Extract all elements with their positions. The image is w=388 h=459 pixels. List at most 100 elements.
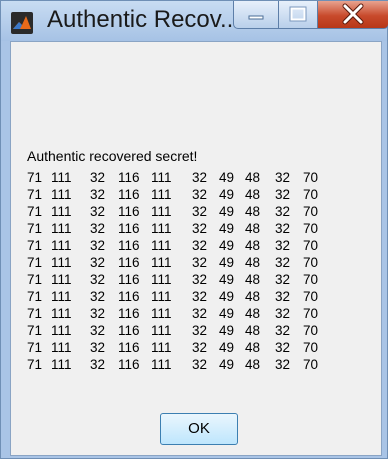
number-value: 49 bbox=[219, 272, 235, 287]
maximize-icon bbox=[289, 6, 307, 22]
number-value: 48 bbox=[245, 204, 261, 219]
number-value: 32 bbox=[275, 204, 291, 219]
number-value: 32 bbox=[275, 272, 291, 287]
number-value: 71 bbox=[27, 323, 43, 338]
dialog-content: Authentic recovered secret! 71 111 32 116 11… bbox=[10, 41, 382, 456]
number-row: 71 111 32 116 111 32 49 48 32 70 bbox=[27, 272, 357, 289]
number-value: 32 bbox=[192, 187, 208, 202]
number-value: 116 bbox=[118, 187, 140, 202]
number-value: 71 bbox=[27, 272, 43, 287]
number-value: 32 bbox=[192, 255, 208, 270]
number-value: 48 bbox=[245, 187, 261, 202]
number-value: 32 bbox=[192, 238, 208, 253]
number-value: 32 bbox=[275, 187, 291, 202]
title-bar[interactable]: Authentic Recov... bbox=[1, 1, 388, 41]
number-value: 70 bbox=[303, 187, 319, 202]
number-value: 111 bbox=[151, 255, 172, 270]
minimize-button[interactable] bbox=[233, 1, 279, 29]
number-value: 111 bbox=[151, 272, 172, 287]
number-value: 111 bbox=[51, 289, 72, 304]
number-row: 71 111 32 116 111 32 49 48 32 70 bbox=[27, 306, 357, 323]
number-value: 70 bbox=[303, 272, 319, 287]
number-row: 71 111 32 116 111 32 49 48 32 70 bbox=[27, 221, 357, 238]
number-value: 32 bbox=[192, 357, 208, 372]
number-value: 48 bbox=[245, 306, 261, 321]
number-value: 49 bbox=[219, 306, 235, 321]
number-value: 111 bbox=[51, 272, 72, 287]
number-value: 49 bbox=[219, 170, 235, 185]
number-value: 111 bbox=[151, 170, 172, 185]
number-value: 32 bbox=[275, 340, 291, 355]
number-row: 71 111 32 116 111 32 49 48 32 70 bbox=[27, 255, 357, 272]
number-value: 71 bbox=[27, 340, 43, 355]
matlab-icon bbox=[11, 12, 33, 34]
number-value: 116 bbox=[118, 323, 140, 338]
number-value: 48 bbox=[245, 170, 261, 185]
number-value: 49 bbox=[219, 340, 235, 355]
number-value: 111 bbox=[151, 187, 172, 202]
number-value: 71 bbox=[27, 357, 43, 372]
close-button[interactable] bbox=[317, 1, 388, 29]
number-value: 49 bbox=[219, 238, 235, 253]
number-value: 32 bbox=[90, 272, 106, 287]
number-value: 32 bbox=[90, 306, 106, 321]
number-value: 32 bbox=[275, 306, 291, 321]
number-value: 32 bbox=[90, 170, 106, 185]
minimize-icon bbox=[248, 15, 264, 20]
number-value: 49 bbox=[219, 221, 235, 236]
number-value: 111 bbox=[151, 221, 172, 236]
number-value: 111 bbox=[51, 255, 72, 270]
number-value: 32 bbox=[90, 204, 106, 219]
number-value: 111 bbox=[51, 306, 72, 321]
number-value: 32 bbox=[275, 357, 291, 372]
number-value: 111 bbox=[151, 306, 172, 321]
maximize-button[interactable] bbox=[278, 1, 318, 29]
number-value: 70 bbox=[303, 170, 319, 185]
number-value: 116 bbox=[118, 306, 140, 321]
number-value: 111 bbox=[151, 204, 172, 219]
dialog-window: Authentic Recov... Authentic recovered s… bbox=[0, 0, 388, 459]
number-row: 71 111 32 116 111 32 49 48 32 70 bbox=[27, 238, 357, 255]
number-value: 71 bbox=[27, 289, 43, 304]
number-value: 48 bbox=[245, 357, 261, 372]
number-value: 71 bbox=[27, 204, 43, 219]
number-value: 32 bbox=[90, 255, 106, 270]
number-value: 116 bbox=[118, 289, 140, 304]
number-value: 48 bbox=[245, 238, 261, 253]
number-row: 71 111 32 116 111 32 49 48 32 70 bbox=[27, 340, 357, 357]
number-value: 48 bbox=[245, 323, 261, 338]
number-value: 116 bbox=[118, 238, 140, 253]
number-value: 32 bbox=[90, 238, 106, 253]
number-value: 71 bbox=[27, 221, 43, 236]
number-value: 116 bbox=[118, 340, 140, 355]
number-value: 49 bbox=[219, 204, 235, 219]
number-value: 70 bbox=[303, 221, 319, 236]
number-value: 32 bbox=[192, 221, 208, 236]
number-value: 49 bbox=[219, 255, 235, 270]
number-value: 32 bbox=[192, 323, 208, 338]
number-value: 32 bbox=[275, 255, 291, 270]
number-value: 111 bbox=[51, 204, 72, 219]
number-value: 32 bbox=[90, 289, 106, 304]
number-row: 71 111 32 116 111 32 49 48 32 70 bbox=[27, 204, 357, 221]
number-value: 116 bbox=[118, 357, 140, 372]
number-value: 111 bbox=[51, 170, 72, 185]
ok-button[interactable]: OK bbox=[160, 413, 238, 445]
number-value: 32 bbox=[90, 323, 106, 338]
number-value: 70 bbox=[303, 204, 319, 219]
number-value: 111 bbox=[151, 289, 172, 304]
number-value: 71 bbox=[27, 187, 43, 202]
message-title: Authentic recovered secret! bbox=[27, 148, 198, 164]
number-value: 70 bbox=[303, 357, 319, 372]
number-value: 111 bbox=[51, 357, 72, 372]
number-value: 32 bbox=[192, 289, 208, 304]
number-value: 49 bbox=[219, 357, 235, 372]
number-value: 111 bbox=[151, 340, 172, 355]
number-value: 116 bbox=[118, 272, 140, 287]
number-value: 111 bbox=[151, 357, 172, 372]
number-value: 71 bbox=[27, 255, 43, 270]
number-value: 70 bbox=[303, 289, 319, 304]
number-value: 32 bbox=[275, 323, 291, 338]
window-title: Authentic Recov... bbox=[47, 6, 240, 33]
number-value: 111 bbox=[151, 323, 172, 338]
